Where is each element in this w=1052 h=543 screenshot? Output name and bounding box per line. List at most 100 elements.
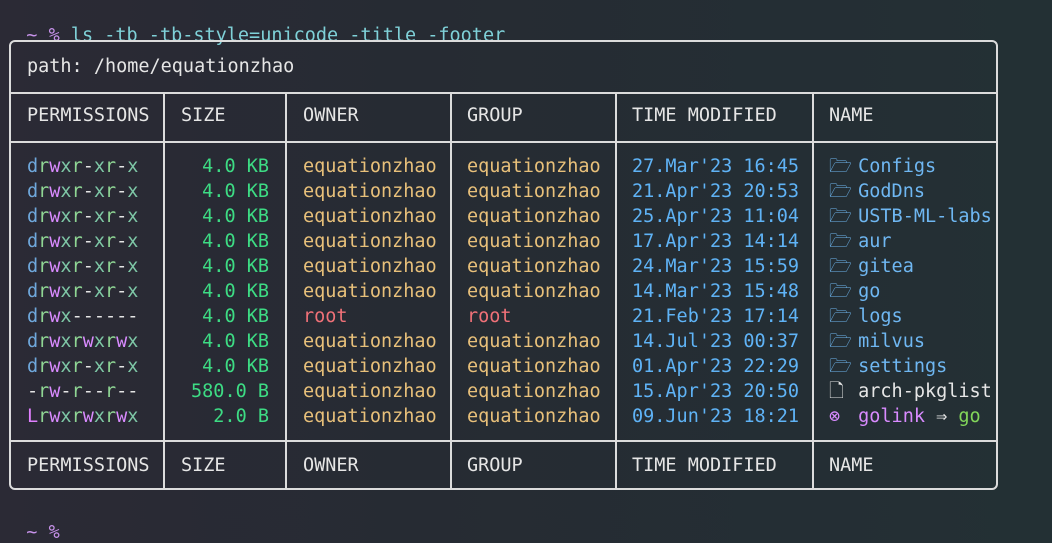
divider: [11, 92, 996, 94]
size-cell: 2.0 B: [213, 406, 269, 427]
link-icon: ⊗: [829, 406, 841, 427]
time-cell: 14.Jul'23 00:37: [632, 331, 800, 352]
time-cell: 17.Apr'23 14:14: [632, 231, 800, 252]
name-cell[interactable]: 🗁 aur: [829, 229, 892, 254]
column-divider: [163, 92, 165, 488]
folder-icon: 🗁: [829, 206, 852, 227]
file-name[interactable]: milvus: [858, 331, 925, 352]
name-cell[interactable]: 🗁 milvus: [829, 329, 925, 354]
prompt-tilde: ~: [26, 522, 38, 543]
column-header-cell: GROUP: [467, 105, 523, 126]
size-cell: 4.0 KB: [202, 156, 269, 177]
size-cell: 580.0 B: [191, 381, 269, 402]
time-cell: 15.Apr'23 20:50: [632, 381, 800, 402]
path-title: path: /home/equationzhao: [27, 56, 295, 77]
name-cell[interactable]: 🗁 USTB-ML-labs: [829, 204, 992, 229]
file-name[interactable]: logs: [858, 306, 903, 327]
time-cell: 09.Jun'23 18:21: [632, 406, 800, 427]
owner-cell: equationzhao: [303, 156, 437, 177]
column-divider: [285, 92, 287, 488]
owner-cell: equationzhao: [303, 256, 437, 277]
name-cell[interactable]: 🗁 gitea: [829, 254, 914, 279]
size-cell: 4.0 KB: [202, 356, 269, 377]
name-cell[interactable]: 🗁 logs: [829, 304, 903, 329]
folder-icon: 🗁: [829, 231, 852, 252]
divider: [11, 141, 996, 143]
link-arrow: ⇒: [936, 406, 948, 427]
permissions-cell: drwxrwxrwxdrwxrwxrwx: [27, 331, 139, 352]
divider: [11, 440, 996, 442]
ls-table: path: /home/equationzhao PERMISSIONS SIZE…: [9, 40, 998, 490]
column-header-cell: SIZE: [181, 105, 226, 126]
size-cell: 4.0 KB: [202, 306, 269, 327]
column-header-cell: OWNER: [303, 105, 359, 126]
group-cell: root: [467, 306, 512, 327]
permissions-cell: drwxr-xr-xdrwxr-xr-x: [27, 231, 139, 252]
column-footer-cell: PERMISSIONS: [27, 455, 150, 476]
name-cell[interactable]: 🗁 Configs: [829, 154, 936, 179]
file-icon: 🗋: [829, 381, 844, 402]
folder-icon: 🗁: [829, 331, 852, 352]
permissions-cell: drwxr-xr-xdrwxr-xr-x: [27, 281, 139, 302]
size-cell: 4.0 KB: [202, 331, 269, 352]
file-name[interactable]: USTB-ML-labs: [858, 206, 992, 227]
owner-cell: equationzhao: [303, 231, 437, 252]
group-cell: equationzhao: [467, 331, 601, 352]
permissions-cell: drwxr-xr-xdrwxr-xr-x: [27, 206, 139, 227]
file-name[interactable]: go: [858, 281, 880, 302]
file-name[interactable]: golink: [858, 406, 925, 427]
permissions-cell: drwxr-xr-xdrwxr-xr-x: [27, 256, 139, 277]
group-cell: equationzhao: [467, 381, 601, 402]
file-name[interactable]: gitea: [858, 256, 914, 277]
column-footer-cell: OWNER: [303, 455, 359, 476]
owner-cell: equationzhao: [303, 356, 437, 377]
file-name[interactable]: Configs: [858, 156, 936, 177]
size-cell: 4.0 KB: [202, 181, 269, 202]
permissions-cell: drwx------drwx------: [27, 306, 139, 327]
permissions-cell: drwxr-xr-xdrwxr-xr-x: [27, 156, 139, 177]
permissions-cell: -rw-r--r---rw-r--r--: [27, 381, 139, 402]
column-divider: [615, 92, 617, 488]
folder-icon: 🗁: [829, 306, 852, 327]
group-cell: equationzhao: [467, 156, 601, 177]
group-cell: equationzhao: [467, 181, 601, 202]
folder-icon: 🗁: [829, 156, 852, 177]
time-cell: 14.Mar'23 15:48: [632, 281, 800, 302]
name-cell[interactable]: 🗁 settings: [829, 354, 947, 379]
group-cell: equationzhao: [467, 256, 601, 277]
time-cell: 01.Apr'23 22:29: [632, 356, 800, 377]
column-footer-cell: TIME MODIFIED: [632, 455, 777, 476]
file-name[interactable]: GodDns: [858, 181, 925, 202]
size-cell: 4.0 KB: [202, 281, 269, 302]
name-cell[interactable]: 🗁 go: [829, 279, 880, 304]
group-cell: equationzhao: [467, 281, 601, 302]
owner-cell: equationzhao: [303, 181, 437, 202]
name-cell[interactable]: 🗋 arch-pkglist: [829, 379, 992, 404]
prompt-symbol: %: [48, 522, 60, 543]
name-cell[interactable]: 🗁 GodDns: [829, 179, 925, 204]
group-cell: equationzhao: [467, 356, 601, 377]
owner-cell: equationzhao: [303, 331, 437, 352]
group-cell: equationzhao: [467, 406, 601, 427]
size-cell: 4.0 KB: [202, 256, 269, 277]
column-footer-cell: SIZE: [181, 455, 226, 476]
owner-cell: equationzhao: [303, 206, 437, 227]
file-name[interactable]: arch-pkglist: [858, 381, 992, 402]
owner-cell: equationzhao: [303, 381, 437, 402]
time-cell: 24.Mar'23 15:59: [632, 256, 800, 277]
file-name[interactable]: settings: [858, 356, 947, 377]
folder-icon: 🗁: [829, 181, 852, 202]
file-name[interactable]: aur: [858, 231, 891, 252]
time-cell: 27.Mar'23 16:45: [632, 156, 800, 177]
group-cell: equationzhao: [467, 231, 601, 252]
time-cell: 25.Apr'23 11:04: [632, 206, 800, 227]
time-cell: 21.Feb'23 17:14: [632, 306, 800, 327]
owner-cell: equationzhao: [303, 281, 437, 302]
column-header-cell: TIME MODIFIED: [632, 105, 777, 126]
link-target[interactable]: go: [958, 406, 980, 427]
size-cell: 4.0 KB: [202, 231, 269, 252]
column-header-cell: PERMISSIONS: [27, 105, 150, 126]
permissions-cell: drwxr-xr-xdrwxr-xr-x: [27, 356, 139, 377]
owner-cell: root: [303, 306, 348, 327]
name-cell[interactable]: ⊗ golink ⇒ go: [829, 404, 981, 429]
